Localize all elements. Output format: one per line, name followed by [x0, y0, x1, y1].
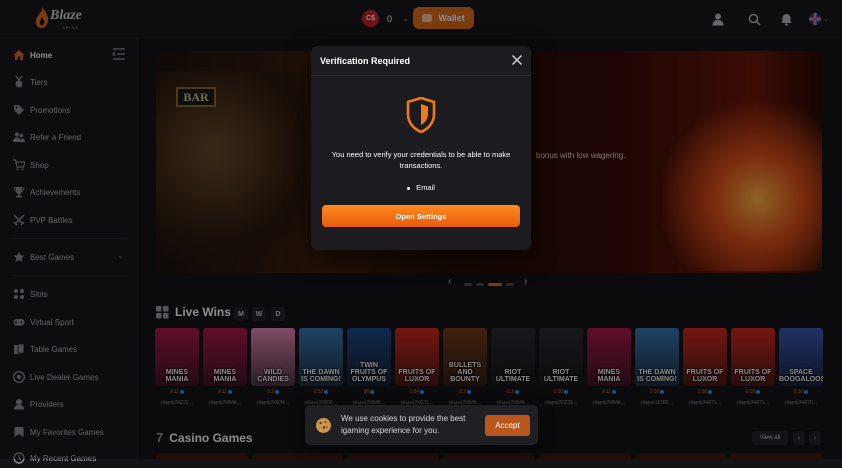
cookie-message: We use cookies to provide the best igami…	[341, 414, 466, 435]
requirement-label: Email	[416, 183, 435, 192]
modal-header: Verification Required	[311, 46, 531, 76]
close-icon[interactable]	[511, 54, 523, 66]
verification-modal: Verification Required You need to verify…	[311, 46, 531, 250]
shield-icon	[406, 97, 436, 133]
accept-cookies-button[interactable]: Accept	[485, 415, 530, 436]
modal-title: Verification Required	[320, 56, 411, 66]
cookie-icon	[316, 418, 331, 433]
bullet-icon	[407, 186, 411, 190]
cookie-banner: We use cookies to provide the best igami…	[305, 405, 538, 445]
open-settings-button[interactable]: Open Settings	[322, 205, 520, 227]
requirement-item: Email	[311, 183, 531, 192]
modal-message: You need to verify your credentials to b…	[331, 150, 511, 170]
